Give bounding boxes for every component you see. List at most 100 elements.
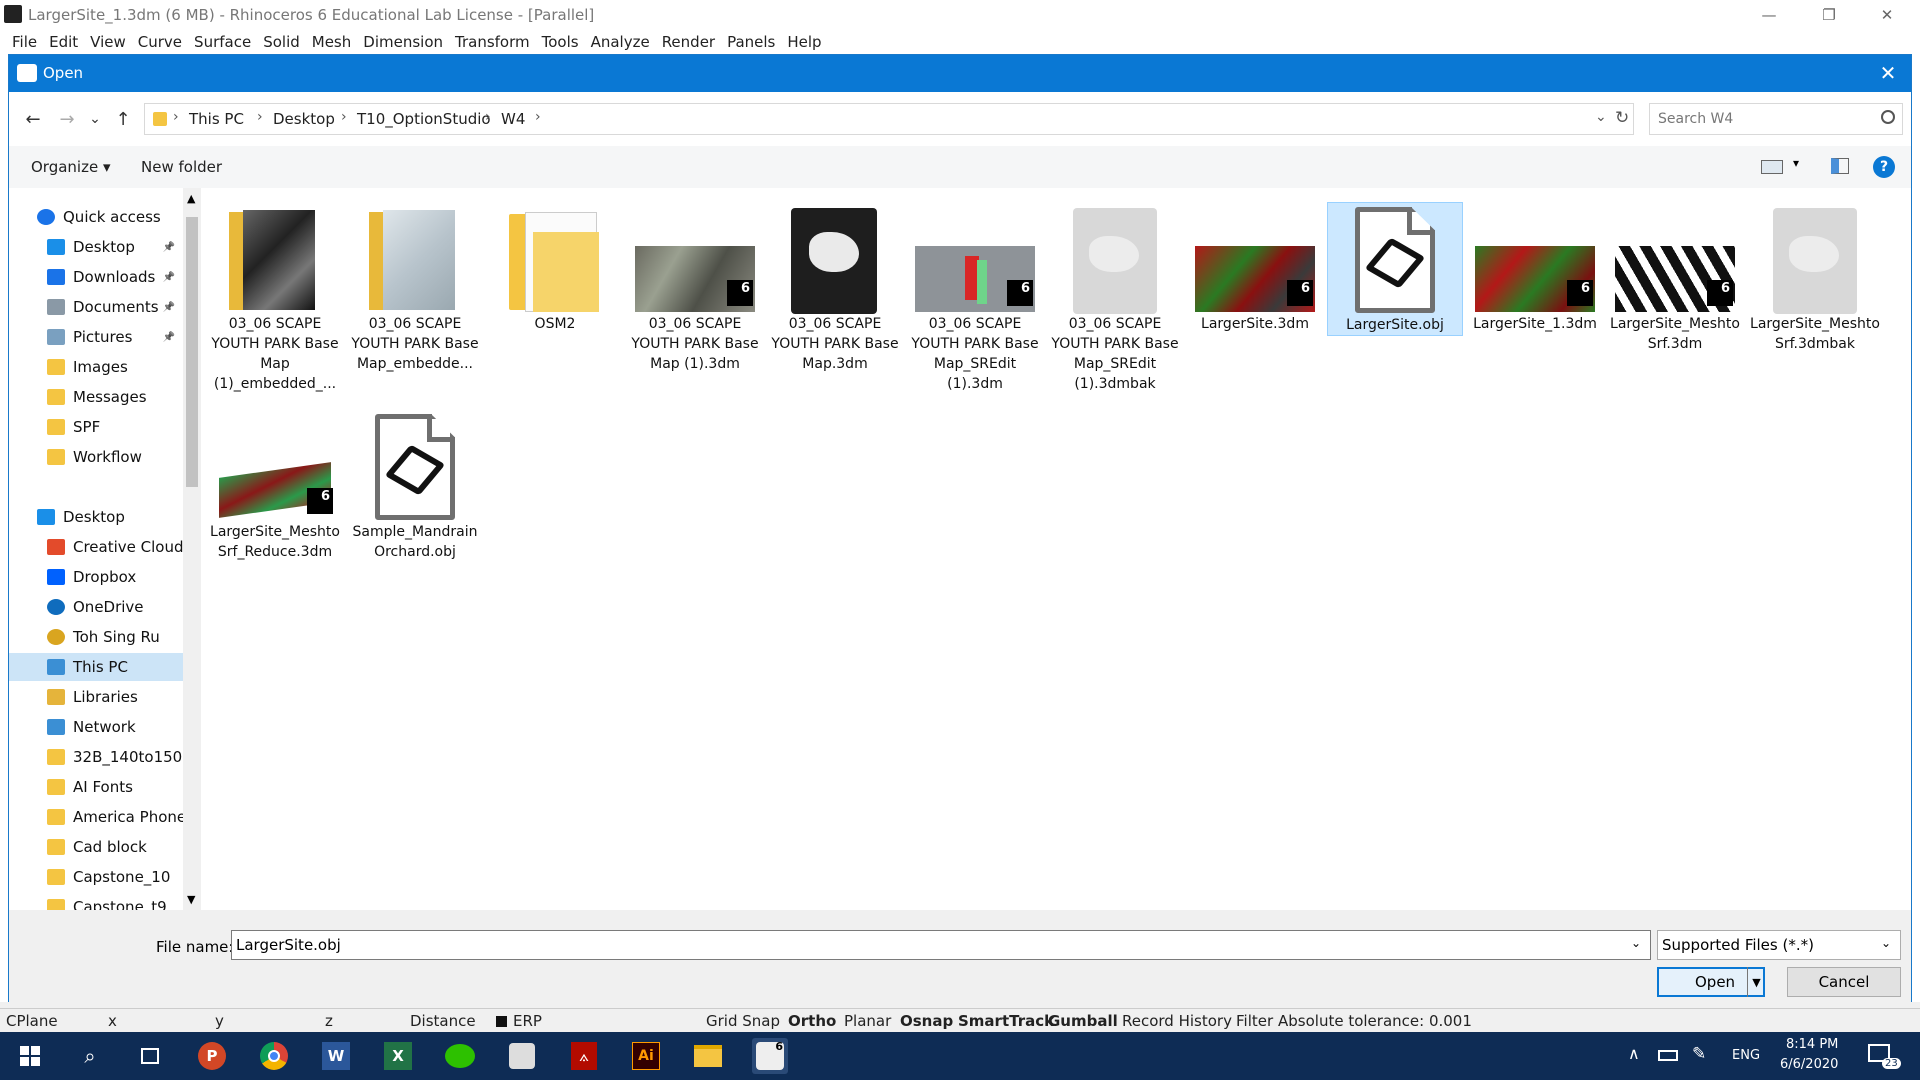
status-ortho[interactable]: Ortho [788, 1012, 836, 1030]
windows-start-icon[interactable] [12, 1038, 48, 1074]
sidebar-item-this-pc[interactable]: This PC [9, 653, 183, 681]
sidebar-item-pictures[interactable]: Pictures 📌 [9, 323, 183, 351]
chevron-down-icon[interactable]: ⌄ [1595, 109, 1607, 125]
sidebar-item-cad-block[interactable]: Cad block [9, 833, 183, 861]
file-item[interactable]: 03_06 SCAPE YOUTH PARK Base Map.3dm [767, 202, 903, 374]
sidebar-item-desktop[interactable]: Desktop 📌 [9, 233, 183, 261]
dialog-close-button[interactable]: ✕ [1873, 59, 1903, 87]
wechat-icon[interactable] [442, 1038, 478, 1074]
status-planar[interactable]: Planar [844, 1012, 891, 1030]
recent-locations-button[interactable]: ⌄ [81, 105, 109, 133]
menu-dimension[interactable]: Dimension [357, 30, 449, 54]
status-grid-snap[interactable]: Grid Snap [706, 1012, 780, 1030]
file-item[interactable]: 6 LargerSite_1.3dm [1467, 202, 1603, 334]
sidebar-item-capstone-10[interactable]: Capstone_10 [9, 863, 183, 891]
sidebar-item-ai-fonts[interactable]: AI Fonts [9, 773, 183, 801]
sidebar-item-workflow[interactable]: Workflow [9, 443, 183, 471]
menu-transform[interactable]: Transform [449, 30, 536, 54]
sidebar-item-onedrive[interactable]: OneDrive [9, 593, 183, 621]
menu-solid[interactable]: Solid [257, 30, 306, 54]
battery-icon[interactable] [1658, 1050, 1678, 1061]
menu-edit[interactable]: Edit [43, 30, 84, 54]
rhino-icon[interactable] [504, 1038, 540, 1074]
file-item[interactable]: 6 LargerSite.3dm [1187, 202, 1323, 334]
minimize-button[interactable]: — [1746, 0, 1792, 30]
status-filter[interactable]: Filter [1236, 1012, 1273, 1030]
view-options-icon[interactable] [1761, 160, 1783, 174]
sidebar-item-messages[interactable]: Messages [9, 383, 183, 411]
chevron-down-icon[interactable]: ▾ [1793, 156, 1799, 170]
sidebar-item-toh-sing-ru[interactable]: Toh Sing Ru [9, 623, 183, 651]
chevron-down-icon[interactable]: ⌄ [1631, 936, 1641, 950]
file-item[interactable]: 03_06 SCAPE YOUTH PARK Base Map_SREdit (… [1047, 202, 1183, 394]
up-button[interactable]: ↑ [109, 105, 137, 133]
breadcrumb-desktop[interactable]: Desktop [273, 110, 335, 128]
sidebar-scroll-thumb[interactable] [186, 217, 198, 487]
sidebar-item-spf[interactable]: SPF [9, 413, 183, 441]
help-icon[interactable]: ? [1873, 156, 1895, 178]
sidebar-item-america-phone[interactable]: America Phone [9, 803, 183, 831]
language-indicator[interactable]: ENG [1732, 1048, 1760, 1063]
sidebar-item-quick-access[interactable]: Quick access [9, 203, 183, 231]
breadcrumb-this-pc[interactable]: This PC [189, 110, 244, 128]
folder-item[interactable]: 03_06 SCAPE YOUTH PARK Base Map (1)_embe… [207, 202, 343, 394]
powerpoint-icon[interactable]: P [194, 1038, 230, 1074]
menu-surface[interactable]: Surface [188, 30, 257, 54]
status-osnap[interactable]: Osnap [900, 1012, 953, 1030]
clock-time[interactable]: 8:14 PM [1786, 1037, 1838, 1052]
word-icon[interactable]: W [318, 1038, 354, 1074]
file-explorer-icon[interactable] [690, 1038, 726, 1074]
rhino6-icon[interactable]: 6 [752, 1038, 788, 1074]
status-gumball[interactable]: Gumball [1048, 1012, 1118, 1030]
status-smarttrack[interactable]: SmartTrack [958, 1012, 1054, 1030]
status-record-history[interactable]: Record History [1122, 1012, 1232, 1030]
file-item[interactable]: 6 03_06 SCAPE YOUTH PARK Base Map (1).3dm [627, 202, 763, 374]
folder-item[interactable]: 03_06 SCAPE YOUTH PARK Base Map_embedde.… [347, 202, 483, 374]
menu-help[interactable]: Help [781, 30, 827, 54]
menu-curve[interactable]: Curve [132, 30, 188, 54]
clock-date[interactable]: 6/6/2020 [1780, 1057, 1838, 1072]
menu-file[interactable]: File [6, 30, 43, 54]
acrobat-icon[interactable]: ⟑ [566, 1038, 602, 1074]
menu-analyze[interactable]: Analyze [585, 30, 656, 54]
cancel-button[interactable]: Cancel [1787, 967, 1901, 997]
open-dropdown-icon[interactable]: ▼ [1747, 967, 1765, 997]
filetype-select[interactable]: Supported Files (*.*) [1657, 930, 1901, 960]
menu-mesh[interactable]: Mesh [306, 30, 358, 54]
chevron-up-icon[interactable]: ∧ [1628, 1044, 1640, 1063]
scroll-down-icon[interactable]: ▼ [187, 893, 195, 906]
status-absolute-tolerance-0-001[interactable]: Absolute tolerance: 0.001 [1278, 1012, 1472, 1030]
file-item[interactable]: LargerSite_MeshtoSrf.3dmbak [1747, 202, 1883, 354]
file-item[interactable]: 6 LargerSite_MeshtoSrf.3dm [1607, 202, 1743, 354]
new-folder-button[interactable]: New folder [141, 158, 222, 176]
sidebar-item-dropbox[interactable]: Dropbox [9, 563, 183, 591]
filename-input[interactable]: LargerSite.obj [231, 930, 1651, 960]
sidebar-item-libraries[interactable]: Libraries [9, 683, 183, 711]
menu-panels[interactable]: Panels [721, 30, 781, 54]
search-icon[interactable]: ⌕ [72, 1038, 108, 1074]
sidebar-item-32b-140to150bn[interactable]: 32B_140to150bn [9, 743, 183, 771]
sidebar-item-downloads[interactable]: Downloads 📌 [9, 263, 183, 291]
sidebar-item-network[interactable]: Network [9, 713, 183, 741]
menu-view[interactable]: View [84, 30, 132, 54]
search-input[interactable]: Search W4 [1649, 103, 1903, 135]
sidebar-item-images[interactable]: Images [9, 353, 183, 381]
file-item[interactable]: Sample_MandrainOrchard.obj [347, 410, 483, 562]
refresh-icon[interactable]: ↻ [1615, 108, 1629, 128]
sidebar-item-desktop[interactable]: Desktop [9, 503, 183, 531]
chrome-icon[interactable] [256, 1038, 292, 1074]
file-item[interactable]: 6 LargerSite_MeshtoSrf_Reduce.3dm [207, 410, 343, 562]
breadcrumb-t10-optionstudio[interactable]: T10_OptionStudio [357, 110, 491, 128]
chevron-down-icon[interactable]: ⌄ [1881, 936, 1891, 950]
organize-button[interactable]: Organize ▾ [31, 158, 111, 176]
menu-render[interactable]: Render [656, 30, 721, 54]
scroll-up-icon[interactable]: ▲ [187, 192, 195, 205]
maximize-button[interactable]: ❐ [1806, 0, 1852, 30]
sidebar-item-documents[interactable]: Documents 📌 [9, 293, 183, 321]
address-bar[interactable]: › This PC › Desktop › T10_OptionStudio ›… [144, 103, 1634, 135]
pen-icon[interactable]: ✎ [1692, 1044, 1706, 1064]
status-erp[interactable]: ERP [513, 1012, 542, 1030]
menu-tools[interactable]: Tools [536, 30, 585, 54]
preview-pane-icon[interactable] [1831, 158, 1849, 174]
sidebar-item-creative-cloud-f[interactable]: Creative Cloud F [9, 533, 183, 561]
